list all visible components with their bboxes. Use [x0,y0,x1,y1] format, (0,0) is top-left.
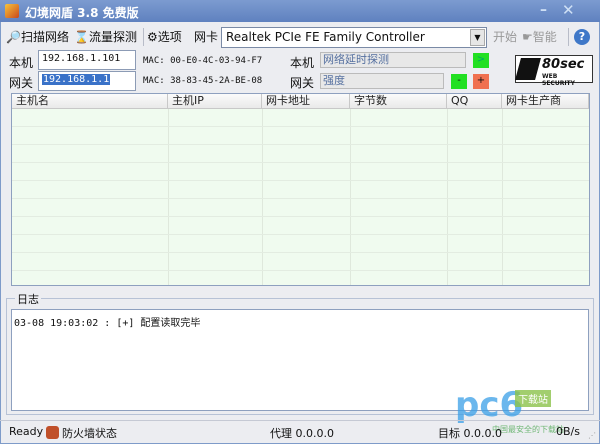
strength-plus-button[interactable]: + [473,74,489,89]
status-ready: Ready [9,425,44,438]
gateway-ip-value: 192.168.1.1 [42,74,111,85]
grid-line [350,109,351,285]
options-label: 选项 [157,30,182,44]
grid-line [447,109,448,285]
col-vendor[interactable]: 网卡生产商 [502,94,589,109]
grid-line [12,234,589,235]
nic-select[interactable]: Realtek PCIe FE Family Controller ▼ [221,27,487,48]
gear-icon: ⚙ [147,30,158,44]
window-title: 幻境网盾 3.8 免费版 [25,6,139,20]
grid-line [12,216,589,217]
minimize-button[interactable]: – [540,2,547,18]
scan-network-button[interactable]: 🔎扫描网络 [6,27,69,47]
strength-field[interactable]: 强度 [320,73,444,89]
grid-line [12,180,589,181]
col-mac[interactable]: 网卡地址 [262,94,350,109]
app-logo-icon [5,4,19,18]
firewall-icon [46,426,59,439]
help-icon[interactable]: ? [574,29,590,45]
target-status: 目标 0.0.0.0 [438,427,502,440]
grid-line [12,162,589,163]
col-bytes[interactable]: 字节数 [350,94,447,109]
col-hostname[interactable]: 主机名 [12,94,168,109]
start-button[interactable]: 开始 [493,27,517,47]
toolbar-separator [568,28,569,46]
probe-go-button[interactable]: > [473,53,489,68]
latency-probe-field[interactable]: 网络延时探测 [320,52,466,68]
strength-label: 网关 [290,76,315,90]
smart-button[interactable]: ☛智能 [522,27,557,47]
flow-label: 流量探测 [88,30,137,44]
firewall-status[interactable]: 防火墙状态 [62,425,117,441]
hand-icon: ☛ [522,30,533,44]
gateway-mac: MAC: 38-83-45-2A-BE-08 [143,76,263,86]
gateway-ip-input[interactable]: 192.168.1.1 [38,71,136,91]
resize-grip-icon[interactable]: ⋰ [588,431,596,440]
proxy-status: 代理 0.0.0.0 [270,427,334,440]
grid-line [262,109,263,285]
scan-label: 扫描网络 [20,30,69,44]
smart-label: 智能 [532,30,557,44]
hourglass-icon: ⌛ [74,30,89,44]
grid-line [168,109,169,285]
nic-value: Realtek PCIe FE Family Controller [226,30,425,44]
col-qq[interactable]: QQ [447,94,502,109]
log-title: 日志 [15,291,41,307]
logo-text: 80sec [542,57,585,72]
logo-subtext: WEB SECURITY [542,73,575,87]
watermark-badge: 下载站 [515,390,551,407]
grid-line [12,270,589,271]
col-host-ip[interactable]: 主机IP [168,94,262,109]
strength-minus-button[interactable]: - [451,74,467,89]
local-mac: MAC: 00-E0-4C-03-94-F7 [143,56,263,66]
grid-line [12,126,589,127]
search-icon: 🔎 [6,30,21,44]
table-header: 主机名 主机IP 网卡地址 字节数 QQ 网卡生产商 [12,94,589,109]
gateway-label: 网关 [9,76,34,90]
local-label: 本机 [9,56,34,70]
probe-label: 本机 [290,56,315,70]
toolbar-separator [143,28,144,46]
grid-line [502,109,503,285]
80sec-logo: 80sec WEB SECURITY [515,55,593,87]
status-bar: Ready 防火墙状态 代理 0.0.0.0 目标 0.0.0.0 0B/s ⋰ [0,420,600,444]
watermark-logo: pc6 [455,385,524,425]
speed-status: 0B/s [556,425,580,438]
flow-probe-button[interactable]: ⌛流量探测 [74,27,137,47]
local-ip-input[interactable]: 192.168.1.101 [38,50,136,70]
grid-line [12,198,589,199]
grid-line [12,252,589,253]
host-table: 主机名 主机IP 网卡地址 字节数 QQ 网卡生产商 [11,93,590,286]
title-bar: 幻境网盾 3.8 免费版 – ✕ [0,0,600,22]
chevron-down-icon[interactable]: ▼ [470,29,485,46]
grid-line [12,144,589,145]
options-button[interactable]: ⚙选项 [147,27,182,47]
close-button[interactable]: ✕ [562,1,575,19]
nic-label: 网卡 [194,30,219,44]
log-line: 03-08 19:03:02 : [+] 配置读取完毕 [14,318,201,329]
